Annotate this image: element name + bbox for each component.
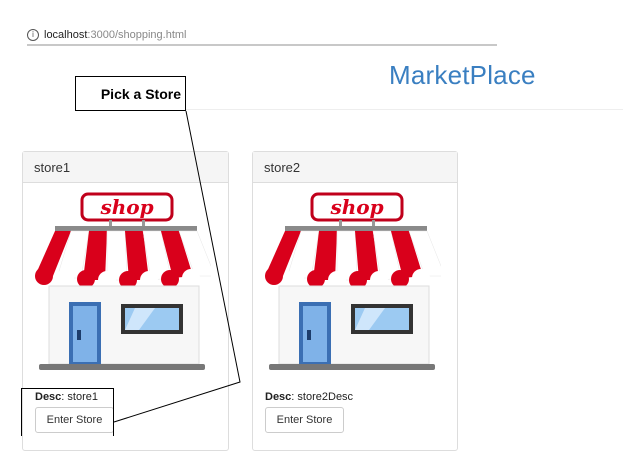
store-description: Desc: store1 (35, 391, 98, 403)
shop-storefront-icon: shop (35, 192, 211, 370)
info-icon[interactable]: i (27, 28, 39, 41)
store-panel-store2: store2 shop Desc: store2Desc Enter Store (252, 151, 458, 451)
page-title: MarketPlace (389, 60, 536, 90)
desc-value: store2Desc (297, 391, 354, 403)
url-host: localhost (44, 28, 88, 41)
desc-label: Desc (35, 391, 62, 403)
store-panel-store1: store1 shop Desc: store1 Enter Store (22, 151, 229, 451)
store-name: store2 (253, 152, 457, 183)
desc-value: store1 (67, 391, 98, 403)
shop-storefront-icon: shop (265, 192, 441, 370)
enter-store-button[interactable]: Enter Store (35, 407, 114, 433)
store-name: store1 (23, 152, 228, 183)
address-bar[interactable]: i localhost:3000/shopping.html (27, 25, 497, 46)
shop-sign-text: shop (99, 195, 153, 219)
url-path: :3000/shopping.html (87, 28, 187, 41)
store-description: Desc: store2Desc (265, 391, 354, 403)
title-divider (185, 109, 623, 110)
desc-label: Desc (265, 391, 292, 403)
enter-store-button[interactable]: Enter Store (265, 407, 344, 433)
callout-label: Pick a Store (75, 76, 186, 111)
shop-sign-text: shop (329, 195, 383, 219)
